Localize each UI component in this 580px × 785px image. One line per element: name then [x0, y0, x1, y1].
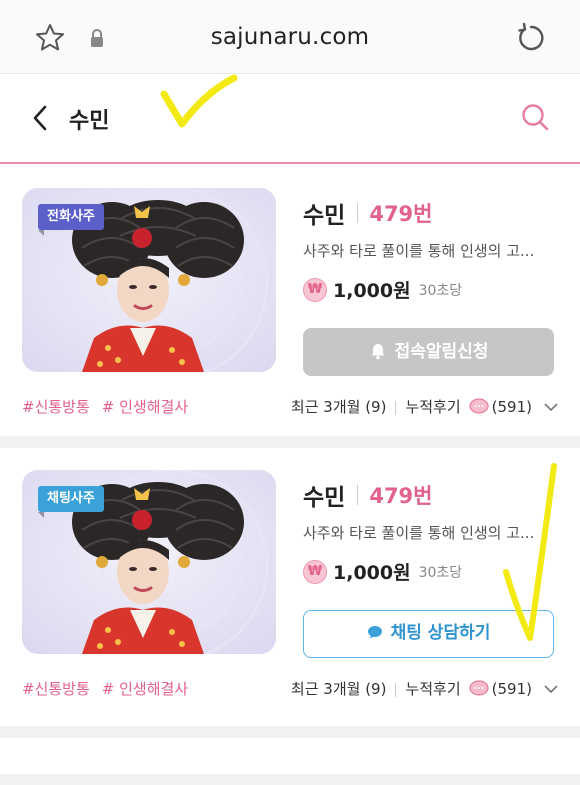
comment-bubble-icon	[469, 397, 489, 414]
connect-notification-button[interactable]: 접속알림신청	[303, 328, 554, 376]
price: 1,000원	[333, 562, 411, 584]
counselor-number: 479번	[369, 202, 433, 226]
price-unit: 30초당	[418, 564, 463, 581]
counselor-photo[interactable]: 전화사주	[22, 188, 276, 372]
service-badge: 채팅사주	[38, 486, 104, 518]
tag[interactable]: #신통방통	[22, 680, 90, 698]
price: 1,000원	[333, 280, 411, 302]
divider	[395, 682, 397, 697]
tag-list: #신통방통 # 인생해결사	[22, 678, 200, 699]
cumulative-label: 누적후기	[405, 398, 461, 416]
tag-list: #신통방통 # 인생해결사	[22, 396, 200, 417]
name-row: 수민 479번	[303, 478, 432, 512]
review-count: (591)	[491, 680, 532, 698]
back-icon[interactable]	[30, 104, 52, 132]
price-unit: 30초당	[418, 282, 463, 299]
handwritten-check-mark	[160, 74, 238, 128]
counselor-number: 479번	[369, 484, 433, 508]
counselor-card[interactable]: 전화사주 수민 479번 사주와 타로 풀이를 통해 인생의 고... ₩1,00…	[0, 166, 580, 436]
service-badge: 전화사주	[38, 204, 104, 236]
won-coin-icon: ₩	[303, 277, 327, 302]
recent-reviews: 최근 3개월 (9)	[290, 398, 387, 416]
review-count: (591)	[491, 398, 532, 416]
counselor-name: 수민	[303, 485, 346, 511]
counselor-description: 사주와 타로 풀이를 통해 인생의 고...	[303, 242, 535, 260]
review-stats[interactable]: 최근 3개월 (9) 누적후기 (591)	[291, 678, 558, 699]
counselor-card[interactable]: 채팅사주 수민 479번 사주와 타로 풀이를 통해 인생의 고... ₩1,00…	[0, 448, 580, 726]
counselor-photo[interactable]: 채팅사주	[22, 470, 276, 654]
card-footer: #신통방통 # 인생해결사 최근 3개월 (9) 누적후기 (591)	[22, 396, 558, 420]
comment-bubble-icon	[469, 679, 489, 696]
chevron-down-icon[interactable]	[544, 684, 558, 694]
chevron-down-icon[interactable]	[544, 402, 558, 412]
cumulative-label: 누적후기	[405, 680, 461, 698]
bell-icon	[371, 343, 385, 359]
browser-address-bar: sajunaru.com	[0, 0, 580, 74]
price-row: ₩1,000원 30초당	[303, 558, 462, 584]
tag[interactable]: #신통방통	[22, 398, 90, 416]
reload-icon[interactable]	[515, 22, 547, 54]
divider	[357, 203, 359, 223]
app-header: 수민	[0, 74, 580, 164]
search-icon[interactable]	[520, 102, 550, 132]
chat-consult-button[interactable]: 채팅 상담하기	[303, 610, 554, 658]
chat-bubble-icon	[367, 625, 382, 638]
divider	[395, 400, 397, 415]
recent-reviews: 최근 3개월 (9)	[290, 680, 387, 698]
url-text[interactable]: sajunaru.com	[0, 24, 580, 50]
won-coin-icon: ₩	[303, 559, 327, 584]
section-divider	[0, 436, 580, 448]
section-divider	[0, 726, 580, 738]
tag[interactable]: # 인생해결사	[102, 398, 188, 416]
page-title: 수민	[69, 109, 110, 134]
name-row: 수민 479번	[303, 196, 432, 230]
card-footer: #신통방통 # 인생해결사 최근 3개월 (9) 누적후기 (591)	[22, 678, 558, 702]
tag[interactable]: # 인생해결사	[102, 680, 188, 698]
button-label: 채팅 상담하기	[390, 623, 491, 643]
section-divider	[0, 774, 580, 785]
button-label: 접속알림신청	[394, 342, 489, 362]
divider	[357, 485, 359, 505]
counselor-name: 수민	[303, 203, 346, 229]
review-stats[interactable]: 최근 3개월 (9) 누적후기 (591)	[291, 396, 558, 417]
price-row: ₩1,000원 30초당	[303, 276, 462, 302]
counselor-description: 사주와 타로 풀이를 통해 인생의 고...	[303, 524, 535, 542]
